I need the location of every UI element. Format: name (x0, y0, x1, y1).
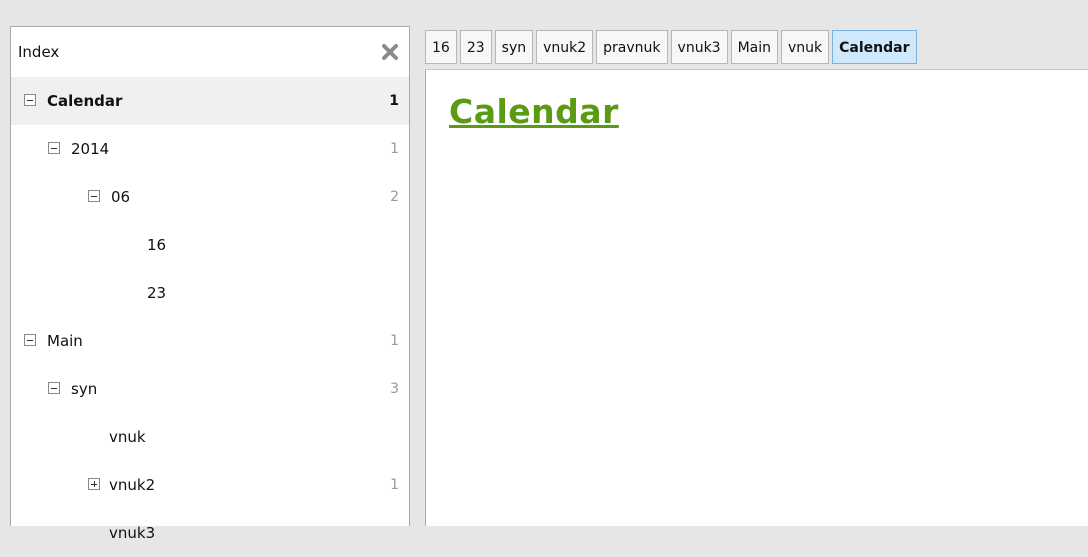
tab-vnuk[interactable]: vnuk (781, 30, 830, 64)
tab-vnuk3[interactable]: vnuk3 (670, 30, 728, 64)
tree-row-count: 1 (390, 333, 399, 349)
collapse-icon[interactable] (48, 382, 60, 394)
tree-row-16[interactable]: 16 (11, 221, 409, 269)
expand-icon[interactable] (88, 478, 100, 490)
tree-row-vnuk2[interactable]: vnuk2 1 (11, 461, 409, 509)
tree-row-count: 3 (390, 381, 399, 397)
index-header: Index (11, 27, 409, 77)
tab-pravnuk[interactable]: pravnuk (596, 30, 668, 64)
index-title: Index (18, 43, 60, 61)
page-title[interactable]: Calendar (449, 92, 619, 131)
tab-23[interactable]: 23 (459, 30, 492, 64)
tab-bar: 16 23 syn vnuk2 pravnuk vnuk3 Main vnuk … (425, 26, 1088, 70)
tree-row-calendar[interactable]: Calendar 1 (11, 77, 409, 125)
tree-row-label: 23 (147, 284, 167, 302)
close-icon[interactable] (381, 43, 399, 61)
tab-16[interactable]: 16 (425, 30, 457, 64)
top-bar (0, 0, 1088, 26)
tree-row-vnuk[interactable]: vnuk (11, 413, 409, 461)
index-pane: Index Calendar 1 2014 1 06 2 16 23 Main … (10, 26, 410, 542)
tree-row-count: 2 (390, 189, 399, 205)
tab-main[interactable]: Main (730, 30, 778, 64)
tree-row-label: syn (71, 380, 98, 398)
tree-row-count: 1 (390, 141, 399, 157)
tree-row-label: vnuk3 (109, 524, 156, 542)
tab-vnuk2[interactable]: vnuk2 (536, 30, 594, 64)
tree-row-main[interactable]: Main 1 (11, 317, 409, 365)
tree-row-count: 1 (389, 93, 399, 109)
tree-row-2014[interactable]: 2014 1 (11, 125, 409, 173)
tree-row-label: 06 (111, 188, 131, 206)
tree-row-vnuk3[interactable]: vnuk3 (11, 509, 409, 557)
tree-row-label: 16 (147, 236, 167, 254)
tree-row-label: Calendar (47, 92, 123, 110)
tree-row-label: vnuk (109, 428, 146, 446)
collapse-icon[interactable] (48, 142, 60, 154)
tree-row-label: vnuk2 (109, 476, 156, 494)
tree-row-label: 2014 (71, 140, 110, 158)
tree-row-23[interactable]: 23 (11, 269, 409, 317)
tab-list: 16 23 syn vnuk2 pravnuk vnuk3 Main vnuk … (425, 30, 917, 66)
collapse-icon[interactable] (24, 94, 36, 106)
tree-row-syn[interactable]: syn 3 (11, 365, 409, 413)
tab-syn[interactable]: syn (494, 30, 534, 64)
collapse-icon[interactable] (88, 190, 100, 202)
tree-row-count: 1 (390, 477, 399, 493)
index-tree: Calendar 1 2014 1 06 2 16 23 Main 1 syn … (11, 77, 409, 557)
tree-row-06[interactable]: 06 2 (11, 173, 409, 221)
collapse-icon[interactable] (24, 334, 36, 346)
tab-calendar[interactable]: Calendar (832, 30, 917, 64)
tree-row-label: Main (47, 332, 83, 350)
